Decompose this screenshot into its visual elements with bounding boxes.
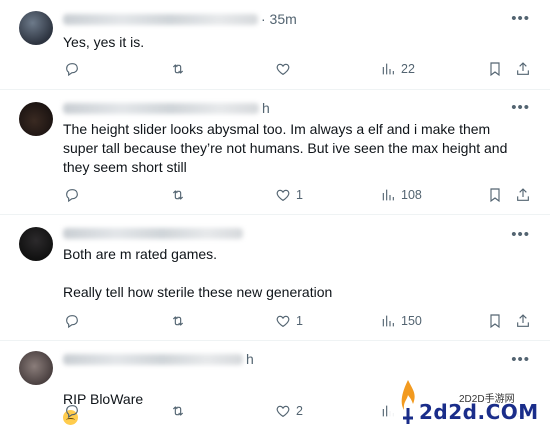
like-button[interactable]: 1 [275,187,303,203]
heart-icon [275,313,291,329]
bookmark-button[interactable] [487,313,503,329]
like-count: 1 [296,188,303,202]
reply-icon [64,187,80,203]
blurred-username[interactable] [63,227,243,239]
reply-button[interactable] [64,61,85,77]
post-header: h [63,350,254,368]
post-header: h [63,99,270,117]
post-3[interactable]: ••• Both are m rated games. Really tell … [0,215,550,341]
repost-icon [170,403,186,419]
views-button[interactable]: 108 [380,187,422,203]
more-icon[interactable]: ••• [511,352,530,367]
repost-icon [170,61,186,77]
repost-button[interactable] [170,403,191,419]
bookmark-icon [487,313,503,329]
share-icon [515,187,531,203]
flame-logo-icon [401,380,415,424]
share-icon [515,313,531,329]
repost-icon [170,187,186,203]
reply-icon [64,61,80,77]
repost-button[interactable] [170,61,191,77]
views-button[interactable]: 22 [380,61,415,77]
avatar[interactable] [19,351,53,385]
bookmark-button[interactable] [487,61,503,77]
views-button[interactable]: 150 [380,313,422,329]
like-count: 1 [296,314,303,328]
post-actions: 22 [0,58,550,80]
more-icon[interactable]: ••• [511,100,530,115]
reply-button[interactable] [64,187,85,203]
blurred-username[interactable] [63,102,259,114]
views-count: 108 [401,188,422,202]
share-icon [515,61,531,77]
like-button[interactable]: 2 [275,403,303,419]
more-icon[interactable]: ••• [511,227,530,242]
repost-icon [170,313,186,329]
views-count: 150 [401,314,422,328]
bookmark-icon [487,187,503,203]
reply-button[interactable] [64,403,85,419]
analytics-icon [380,187,396,203]
reply-button[interactable] [64,313,85,329]
heart-icon [275,61,291,77]
like-button[interactable] [275,61,296,77]
reply-icon [64,403,80,419]
avatar[interactable] [19,227,53,261]
post-2[interactable]: h ••• The height slider looks abysmal to… [0,90,550,215]
like-button[interactable]: 1 [275,313,303,329]
post-header: · 35m [63,10,297,28]
repost-button[interactable] [170,187,191,203]
share-button[interactable] [515,313,531,329]
views-count: 22 [401,62,415,76]
like-count: 2 [296,404,303,418]
post-text: The height slider looks abysmal too. Im … [63,121,508,175]
blurred-username[interactable] [63,13,258,25]
blurred-username[interactable] [63,353,243,365]
reply-icon [64,313,80,329]
site-watermark: 2D2D手游网 2d2d.COM [389,374,550,430]
post-time[interactable]: · 35m [261,11,297,27]
post-time[interactable]: h [246,351,254,367]
more-icon[interactable]: ••• [511,11,530,26]
analytics-icon [380,313,396,329]
heart-icon [275,403,291,419]
post-time[interactable]: h [262,100,270,116]
share-button[interactable] [515,61,531,77]
bookmark-icon [487,61,503,77]
post-actions: 1 150 [0,310,550,332]
post-text: Yes, yes it is. [63,34,145,50]
watermark-logo-text: 2d2d.COM [419,400,539,424]
heart-icon [275,187,291,203]
analytics-icon [380,61,396,77]
post-1[interactable]: · 35m ••• Yes, yes it is. 22 [0,0,550,90]
repost-button[interactable] [170,313,191,329]
bookmark-button[interactable] [487,187,503,203]
avatar[interactable] [19,11,53,45]
post-text: Both are m rated games. Really tell how … [63,246,333,300]
post-actions: 1 108 [0,184,550,206]
post-header [63,224,246,242]
share-button[interactable] [515,187,531,203]
avatar[interactable] [19,102,53,136]
